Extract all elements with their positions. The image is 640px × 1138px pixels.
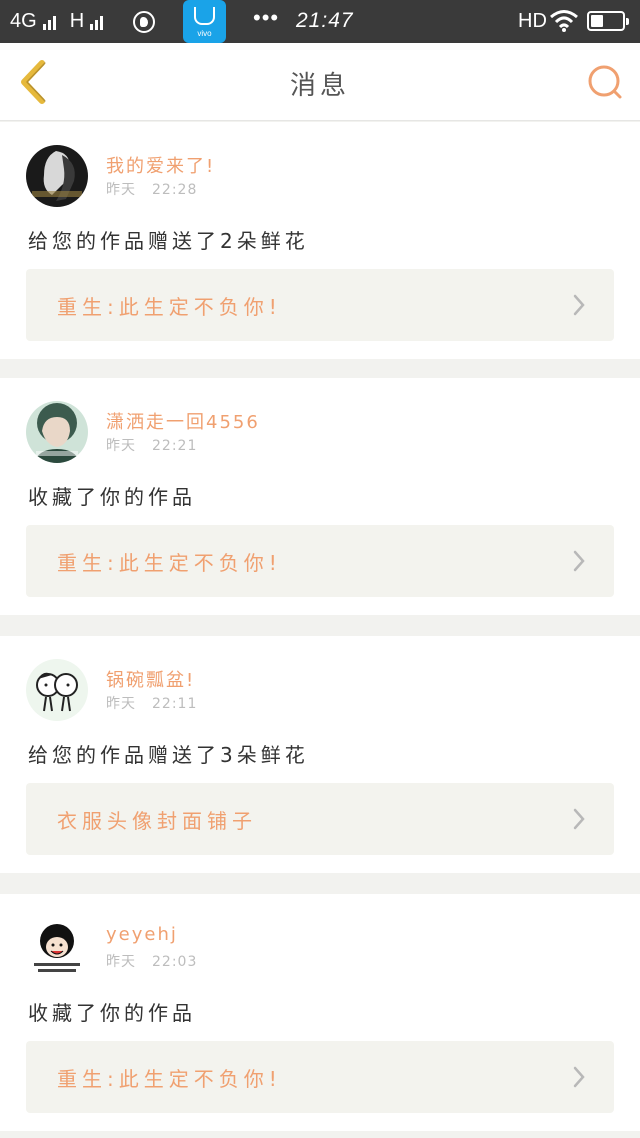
timestamp: 昨天 22:28 [106, 179, 197, 199]
message-card: 我的爱来了! 昨天 22:28 给您的作品赠送了2朵鲜花 重生:此生定不负你! [0, 122, 640, 359]
avatar[interactable] [26, 401, 88, 463]
search-button[interactable] [586, 63, 626, 103]
avatar[interactable] [26, 917, 88, 979]
work-link[interactable]: 重生:此生定不负你! [26, 269, 614, 341]
search-icon [588, 65, 622, 99]
clock: 21:47 [296, 9, 354, 32]
work-title: 重生:此生定不负你! [57, 295, 282, 319]
timestamp: 昨天 22:03 [106, 951, 197, 971]
timestamp-time: 22:28 [152, 182, 198, 198]
message-card: 潇洒走一回4556 昨天 22:21 收藏了你的作品 重生:此生定不负你! [0, 378, 640, 615]
signal-bars-icon [42, 14, 56, 30]
sender-name[interactable]: 锅碗瓢盆! [106, 666, 195, 692]
chevron-right-icon [573, 808, 585, 830]
work-title: 重生:此生定不负你! [57, 1067, 282, 1091]
timestamp-time: 22:21 [152, 438, 198, 454]
signal-bars-icon-2 [90, 14, 104, 30]
timestamp-day: 昨天 [106, 696, 136, 712]
timestamp-time: 22:03 [152, 954, 198, 970]
timestamp: 昨天 22:21 [106, 435, 197, 455]
action-text: 收藏了你的作品 [28, 1001, 196, 1025]
timestamp: 昨天 22:11 [106, 693, 197, 713]
wifi-icon [550, 10, 578, 32]
action-text: 给您的作品赠送了3朵鲜花 [28, 743, 309, 767]
vivo-store-icon: vivo [183, 0, 226, 43]
work-title: 衣服头像封面铺子 [57, 809, 257, 833]
more-notifications-icon: ••• [253, 5, 280, 30]
action-text: 收藏了你的作品 [28, 485, 196, 509]
work-link[interactable]: 衣服头像封面铺子 [26, 783, 614, 855]
chevron-right-icon [573, 550, 585, 572]
globe-icon [133, 11, 155, 33]
status-bar: 4G H vivo ••• 21:47 HD [0, 0, 640, 43]
work-title: 重生:此生定不负你! [57, 551, 282, 575]
network-type-label: 4G [10, 10, 37, 32]
signal-indicators: 4G H [10, 10, 104, 33]
timestamp-day: 昨天 [106, 182, 136, 198]
chevron-right-icon [573, 1066, 585, 1088]
avatar[interactable] [26, 659, 88, 721]
avatar[interactable] [26, 145, 88, 207]
hd-indicator: HD [518, 10, 547, 32]
sender-name[interactable]: 我的爱来了! [106, 152, 215, 178]
work-link[interactable]: 重生:此生定不负你! [26, 525, 614, 597]
network-type-label-2: H [69, 10, 85, 32]
action-text: 给您的作品赠送了2朵鲜花 [28, 229, 309, 253]
page-title: 消息 [289, 71, 350, 101]
timestamp-day: 昨天 [106, 438, 136, 454]
timestamp-time: 22:11 [152, 696, 198, 712]
app-header: 消息 [0, 43, 640, 121]
timestamp-day: 昨天 [106, 954, 136, 970]
message-card: yeyehj 昨天 22:03 收藏了你的作品 重生:此生定不负你! [0, 894, 640, 1131]
work-link[interactable]: 重生:此生定不负你! [26, 1041, 614, 1113]
app-brand-label: vivo [197, 29, 212, 38]
chevron-right-icon [573, 294, 585, 316]
message-card: 锅碗瓢盆! 昨天 22:11 给您的作品赠送了3朵鲜花 衣服头像封面铺子 [0, 636, 640, 873]
sender-name[interactable]: 潇洒走一回4556 [106, 408, 260, 434]
battery-icon [587, 11, 629, 31]
shopping-bag-icon [194, 7, 215, 25]
sender-name[interactable]: yeyehj [106, 924, 178, 945]
